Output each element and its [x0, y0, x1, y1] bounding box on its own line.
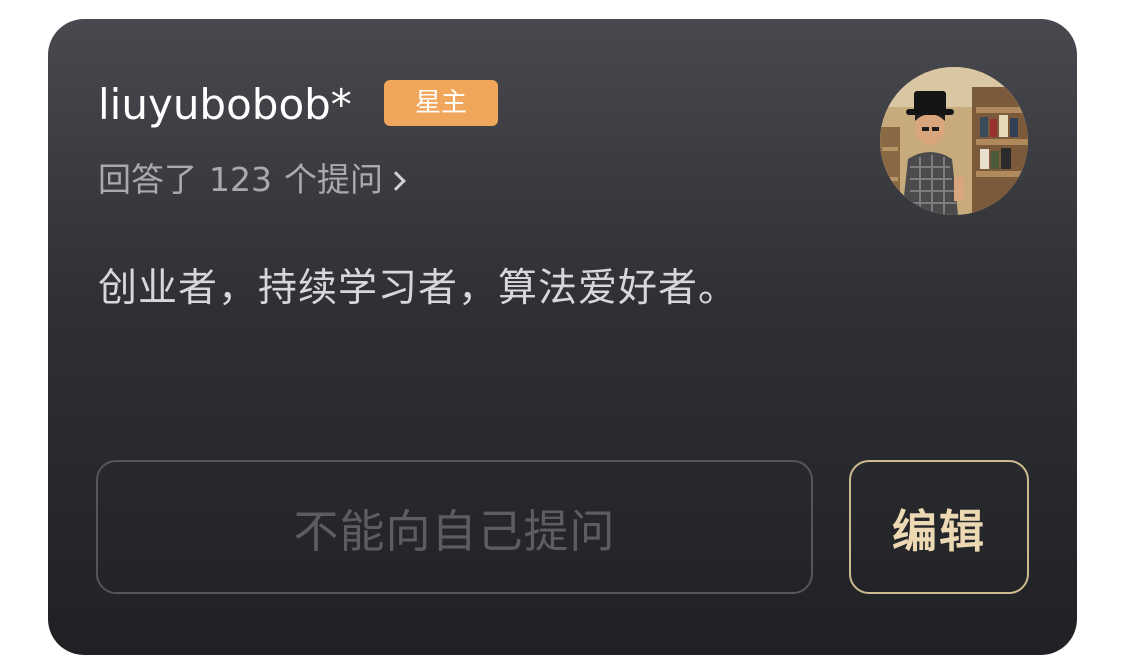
chevron-right-icon [386, 170, 406, 191]
answered-questions-link[interactable]: 回答了 123 个提问 [98, 156, 406, 204]
bio-text: 创业者，持续学习者，算法爱好者。 [98, 266, 739, 311]
answers-prefix: 回答了 [98, 160, 197, 199]
profile-card: liuyubobob* 星主 回答了 123 个提问 创业者，持续学习者，算法爱… [48, 19, 1077, 655]
answers-count: 123 [209, 160, 272, 199]
avatar-photo [880, 67, 1028, 215]
ask-question-button-disabled: 不能向自己提问 [96, 460, 813, 594]
owner-badge: 星主 [384, 80, 498, 126]
avatar[interactable] [880, 67, 1028, 215]
username: liuyubobob* [98, 80, 352, 129]
edit-button[interactable]: 编辑 [849, 460, 1029, 594]
answers-suffix: 个提问 [284, 160, 383, 199]
